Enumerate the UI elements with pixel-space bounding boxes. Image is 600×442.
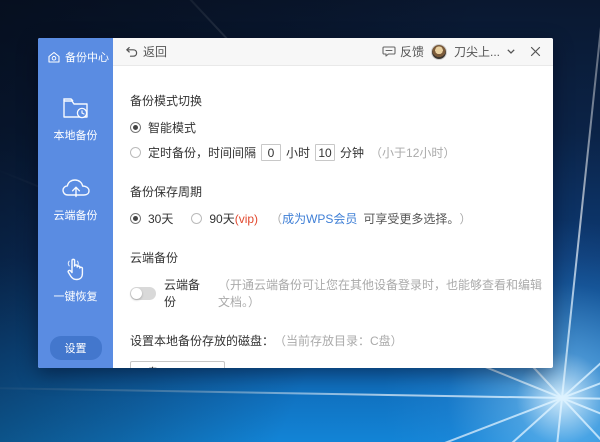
- window-topbar: 返回 反馈 刀尖上...: [113, 38, 553, 66]
- timed-backup-hint: （小于12小时）: [370, 146, 456, 160]
- paren-open: （: [270, 212, 283, 226]
- retention-section: 备份保存周期 30天 90天 (vip) （ 成为WPS会员 可享受更多选择。 …: [130, 183, 553, 227]
- sidebar-item-label: 本地备份: [53, 130, 98, 142]
- sidebar-item-local-backup[interactable]: 本地备份: [54, 95, 98, 143]
- retention-90-radio[interactable]: [191, 213, 203, 224]
- app-logo: 备份中心: [38, 38, 109, 65]
- hours-input[interactable]: [261, 144, 282, 161]
- cloud-backup-section: 云端备份 云端备份 （开通云端备份可让您在其他设备登录时，也能够查看和编辑文档。…: [130, 249, 553, 310]
- home-icon: [48, 51, 60, 63]
- vip-tag: (vip): [234, 211, 259, 226]
- feedback-bubble-icon: [382, 46, 396, 57]
- section-title: 云端备份: [130, 251, 179, 265]
- feedback-label: 反馈: [399, 45, 424, 59]
- back-button[interactable]: 返回: [125, 43, 167, 60]
- back-label: 返回: [143, 45, 168, 59]
- sidebar: 备份中心 本地备份 云端备份 一键恢复 设置: [38, 38, 113, 368]
- member-benefit-text: 可享受更多选择。: [363, 212, 460, 226]
- cloud-backup-toggle[interactable]: [130, 286, 156, 300]
- minutes-input[interactable]: [315, 144, 336, 161]
- retention-30-label: 30天: [148, 212, 174, 226]
- username[interactable]: 刀尖上...: [454, 43, 500, 60]
- chevron-down-icon: [507, 49, 515, 54]
- cloud-backup-toggle-label: 云端备份: [164, 278, 201, 309]
- user-menu-button[interactable]: [507, 49, 515, 54]
- cloud-backup-row: 云端备份 （开通云端备份可让您在其他设备登录时，也能够查看和编辑文档。）: [130, 276, 553, 310]
- retention-30-radio[interactable]: [130, 213, 141, 224]
- section-title: 备份保存周期: [130, 185, 203, 199]
- back-arrow-icon: [126, 46, 138, 57]
- backup-center-window: 备份中心 本地备份 云端备份 一键恢复 设置 返回 反馈 刀尖上... 备份模式…: [38, 38, 553, 368]
- smart-mode-label: 智能模式: [148, 121, 197, 135]
- hand-click-icon: [66, 258, 83, 281]
- retention-90-label: 90天: [209, 212, 235, 226]
- sidebar-item-one-click-restore[interactable]: 一键恢复: [54, 255, 98, 304]
- sidebar-item-label: 云端备份: [53, 210, 98, 222]
- disk-select[interactable]: C盘: [130, 361, 225, 368]
- timed-backup-label: 定时备份，时间间隔: [148, 146, 257, 160]
- section-title: 备份模式切换: [130, 94, 203, 108]
- main-panel: 返回 反馈 刀尖上... 备份模式切换 智能模式 定时备份，时间间隔 0 小时 …: [113, 38, 553, 368]
- sidebar-nav: 本地备份 云端备份 一键恢复: [54, 95, 98, 336]
- close-icon: [530, 46, 541, 57]
- feedback-button[interactable]: 反馈: [382, 43, 424, 60]
- disk-section-title: 设置本地备份存放的磁盘：: [130, 334, 275, 348]
- user-avatar[interactable]: [430, 43, 447, 60]
- cloud-upload-icon: [61, 179, 90, 198]
- timed-backup-radio[interactable]: [130, 147, 141, 158]
- sidebar-item-label: 一键恢复: [53, 291, 98, 303]
- timed-backup-option: 定时备份，时间间隔 小时 分钟 （小于12小时）: [130, 144, 553, 161]
- disk-section: 设置本地备份存放的磁盘： （当前存放目录：C盘） C盘: [130, 332, 553, 368]
- disk-title-row: 设置本地备份存放的磁盘： （当前存放目录：C盘）: [130, 332, 553, 349]
- paren-close: ）: [459, 212, 472, 226]
- sidebar-item-cloud-backup[interactable]: 云端备份: [54, 175, 98, 223]
- minutes-unit-label: 分钟: [340, 146, 365, 160]
- disk-current-dir-hint: （当前存放目录：C盘）: [274, 334, 403, 348]
- retention-options: 30天 90天 (vip) （ 成为WPS会员 可享受更多选择。 ）: [130, 210, 553, 227]
- topbar-right: 反馈 刀尖上...: [382, 43, 541, 60]
- smart-mode-radio[interactable]: [130, 122, 141, 133]
- disk-select-value: C盘: [138, 364, 159, 369]
- settings-button[interactable]: 设置: [49, 336, 102, 360]
- backup-mode-section: 备份模式切换 智能模式 定时备份，时间间隔 小时 分钟 （小于12小时）: [130, 92, 553, 161]
- settings-content: 备份模式切换 智能模式 定时备份，时间间隔 小时 分钟 （小于12小时）: [113, 66, 553, 368]
- smart-mode-option: 智能模式: [130, 119, 553, 136]
- cloud-backup-hint: （开通云端备份可让您在其他设备登录时，也能够查看和编辑文档。）: [217, 278, 542, 309]
- app-title: 备份中心: [65, 52, 109, 64]
- close-button[interactable]: [530, 46, 541, 57]
- folder-clock-icon: [62, 98, 88, 119]
- wps-member-link[interactable]: 成为WPS会员: [282, 210, 357, 227]
- hours-unit-label: 小时: [286, 146, 311, 160]
